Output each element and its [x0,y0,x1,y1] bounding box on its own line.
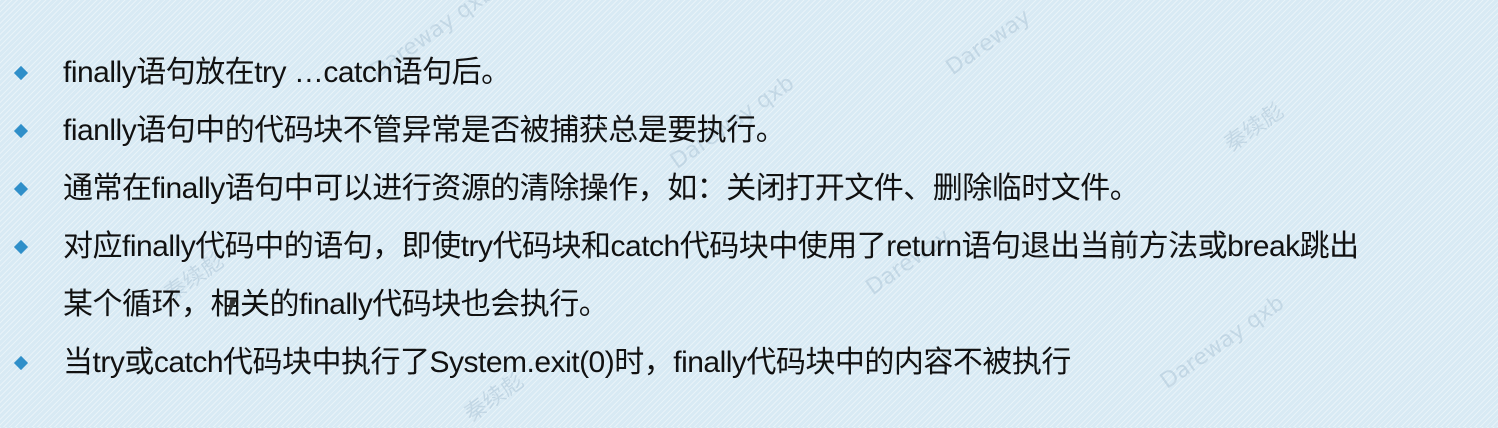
slide: Dareway qxb Dareway 秦续彪 Dareway qxb 秦续彪 … [0,0,1498,427]
bullet-text: 对应finally代码中的语句，即使try代码块和catch代码块中使用了ret… [63,230,1359,263]
bullet-text-continuation: 某个循环，相关的finally代码块也会执行。 [63,288,609,321]
list-item: 对应finally代码中的语句，即使try代码块和catch代码块中使用了ret… [0,218,1498,334]
diamond-bullet-icon [13,123,29,139]
list-item: 通常在finally语句中可以进行资源的清除操作，如：关闭打开文件、删除临时文件… [0,160,1498,218]
bullet-text: fianlly语句中的代码块不管异常是否被捕获总是要执行。 [63,114,786,147]
diamond-bullet-icon [13,65,29,81]
list-item: fianlly语句中的代码块不管异常是否被捕获总是要执行。 [0,102,1498,160]
diamond-bullet-icon [13,181,29,197]
diamond-bullet-icon [13,355,29,371]
bullet-list: finally语句放在try …catch语句后。 fianlly语句中的代码块… [0,44,1498,392]
mouse-pointer-icon [227,299,245,317]
bullet-text: finally语句放在try …catch语句后。 [63,56,511,89]
bullet-text: 当try或catch代码块中执行了System.exit(0)时，finally… [63,346,1071,379]
list-item: finally语句放在try …catch语句后。 [0,44,1498,102]
bullet-text: 通常在finally语句中可以进行资源的清除操作，如：关闭打开文件、删除临时文件… [63,172,1140,205]
list-item: 当try或catch代码块中执行了System.exit(0)时，finally… [0,334,1498,392]
diamond-bullet-icon [13,239,29,255]
